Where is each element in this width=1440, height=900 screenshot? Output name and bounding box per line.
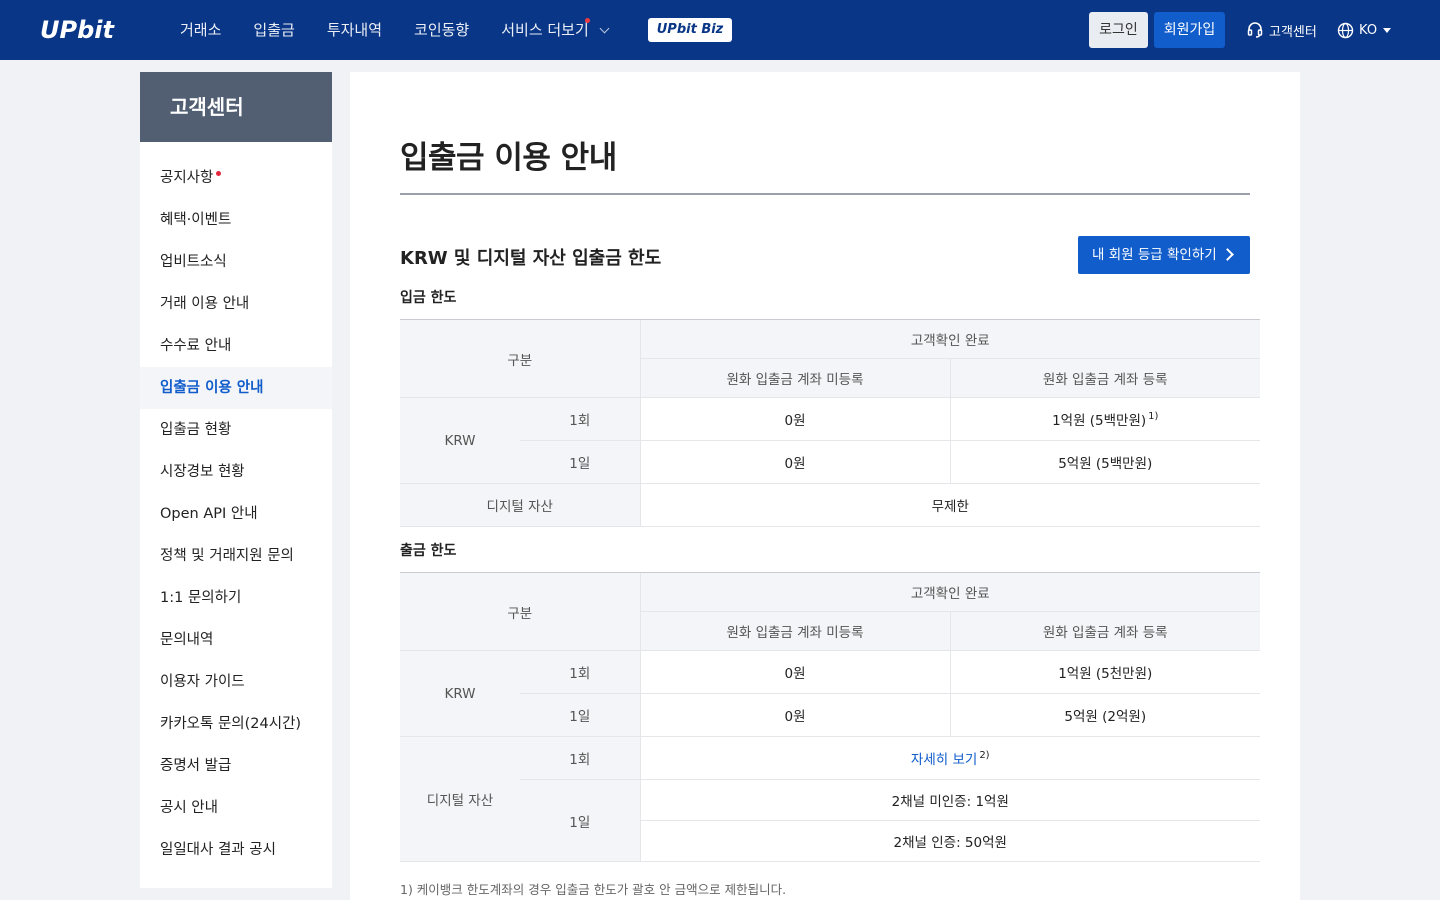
sidebar-item-one-on-one[interactable]: 1:1 문의하기 xyxy=(140,577,332,619)
header-account-registered: 원화 입출금 계좌 등록 xyxy=(949,358,1260,398)
header-category: 구분 xyxy=(400,572,640,651)
upbit-logo[interactable]: UPbit xyxy=(40,16,114,44)
nav-exchange[interactable]: 거래소 xyxy=(180,0,221,60)
upbit-biz-button[interactable]: UPbit Biz xyxy=(648,18,732,42)
main-nav: 거래소 입출금 투자내역 코인동향 서비스 더보기 xyxy=(180,0,640,60)
new-badge-dot xyxy=(584,18,590,23)
section-title: KRW 및 디지털 자산 입출금 한도 xyxy=(400,248,662,269)
sidebar-item-open-api[interactable]: Open API 안내 xyxy=(140,493,332,535)
header-account-unregistered: 원화 입출금 계좌 미등록 xyxy=(639,611,950,651)
withdraw-limit-title: 출금 한도 xyxy=(400,543,457,559)
footnote-marker: 1) xyxy=(1148,411,1159,422)
cell-value: 0원 xyxy=(639,440,950,484)
cell-value: 0원 xyxy=(639,397,950,441)
footnote-marker: 2) xyxy=(979,750,990,761)
cell-value: 자세히 보기 2) xyxy=(639,736,1260,780)
new-badge-dot xyxy=(216,171,222,176)
globe-icon xyxy=(1337,22,1354,38)
sidebar-item-market-alerts[interactable]: 시장경보 현황 xyxy=(140,451,332,493)
row-daily: 1일 xyxy=(520,693,640,737)
cell-value: 1억원 (5백만원) 1) xyxy=(949,397,1260,441)
support-link[interactable]: 고객센터 xyxy=(1246,18,1317,42)
nav-deposit-withdraw[interactable]: 입출금 xyxy=(253,0,294,60)
deposit-limit-title: 입금 한도 xyxy=(400,290,457,306)
language-selector[interactable]: KO xyxy=(1337,18,1392,42)
grade-button-label: 내 회원 등급 확인하기 xyxy=(1092,247,1217,263)
row-daily: 1일 xyxy=(520,779,640,862)
headset-icon xyxy=(1247,22,1263,38)
caret-down-icon xyxy=(1383,27,1392,33)
sidebar-item-deposit-status[interactable]: 입출금 현황 xyxy=(140,409,332,451)
deposit-limit-table: 구분 고객확인 완료 원화 입출금 계좌 미등록 원화 입출금 계좌 등록 KR… xyxy=(400,319,1260,527)
row-once: 1회 xyxy=(520,397,640,441)
chevron-down-icon xyxy=(599,23,610,33)
sidebar-title: 고객센터 xyxy=(140,72,332,142)
sidebar-item-label: 공지사항 xyxy=(160,170,214,186)
sidebar-item-events[interactable]: 혜택·이벤트 xyxy=(140,199,332,241)
chevron-right-icon xyxy=(1221,248,1234,261)
row-krw: KRW xyxy=(400,397,520,484)
cell-value-text: 1억원 (5백만원) xyxy=(1052,413,1147,429)
support-label: 고객센터 xyxy=(1269,24,1317,40)
row-daily: 1일 xyxy=(520,440,640,484)
top-navigation-bar: UPbit 거래소 입출금 투자내역 코인동향 서비스 더보기 UPbit Bi… xyxy=(0,0,1440,60)
sidebar-item-kakao-inquiry[interactable]: 카카오톡 문의(24시간) xyxy=(140,703,332,745)
signup-button[interactable]: 회원가입 xyxy=(1154,12,1225,48)
sidebar-item-daily-reconciliation[interactable]: 일일대사 결과 공시 xyxy=(140,829,332,871)
row-krw: KRW xyxy=(400,650,520,737)
sidebar-item-notices[interactable]: 공지사항 xyxy=(140,157,332,199)
cell-value: 2채널 미인증: 1억원 xyxy=(639,779,1260,821)
header-verified: 고객확인 완료 xyxy=(639,572,1260,612)
sidebar-item-trading-guide[interactable]: 거래 이용 안내 xyxy=(140,283,332,325)
nav-coin-trends[interactable]: 코인동향 xyxy=(414,0,469,60)
sidebar-item-deposit-guide[interactable]: 입출금 이용 안내 xyxy=(140,367,332,409)
cell-value: 0원 xyxy=(639,650,950,694)
sidebar-item-news[interactable]: 업비트소식 xyxy=(140,241,332,283)
sidebar-item-user-guide[interactable]: 이용자 가이드 xyxy=(140,661,332,703)
row-digital-asset: 디지털 자산 xyxy=(400,736,520,862)
sidebar-menu: 공지사항 혜택·이벤트 업비트소식 거래 이용 안내 수수료 안내 입출금 이용… xyxy=(140,142,332,888)
nav-more-services[interactable]: 서비스 더보기 xyxy=(501,0,610,60)
footnote: 1) 케이뱅크 한도계좌의 경우 입출금 한도가 괄호 안 금액으로 제한됩니다… xyxy=(400,882,787,897)
sidebar-item-inquiry-history[interactable]: 문의내역 xyxy=(140,619,332,661)
sidebar-item-certificates[interactable]: 증명서 발급 xyxy=(140,745,332,787)
withdraw-limit-table: 구분 고객확인 완료 원화 입출금 계좌 미등록 원화 입출금 계좌 등록 KR… xyxy=(400,572,1260,862)
cell-value: 5억원 (5백만원) xyxy=(949,440,1260,484)
check-member-grade-button[interactable]: 내 회원 등급 확인하기 xyxy=(1078,236,1250,274)
header-verified: 고객확인 완료 xyxy=(639,319,1260,359)
sidebar-item-fees[interactable]: 수수료 안내 xyxy=(140,325,332,367)
sidebar-item-disclosures[interactable]: 공시 안내 xyxy=(140,787,332,829)
cell-value: 0원 xyxy=(639,693,950,737)
header-category: 구분 xyxy=(400,319,640,398)
main-content: 입출금 이용 안내 KRW 및 디지털 자산 입출금 한도 내 회원 등급 확인… xyxy=(350,72,1300,900)
sidebar-item-policy-inquiry[interactable]: 정책 및 거래지원 문의 xyxy=(140,535,332,577)
page-title: 입출금 이용 안내 xyxy=(400,140,617,176)
row-once: 1회 xyxy=(520,736,640,780)
title-divider xyxy=(400,193,1250,195)
header-account-registered: 원화 입출금 계좌 등록 xyxy=(949,611,1260,651)
cell-value: 5억원 (2억원) xyxy=(949,693,1260,737)
nav-investments[interactable]: 투자내역 xyxy=(327,0,382,60)
nav-more-label: 서비스 더보기 xyxy=(501,21,589,39)
language-label: KO xyxy=(1359,22,1378,38)
view-details-link[interactable]: 자세히 보기 xyxy=(911,752,977,768)
cell-value: 1억원 (5천만원) xyxy=(949,650,1260,694)
row-digital-asset: 디지털 자산 xyxy=(400,483,640,527)
cell-value: 무제한 xyxy=(639,483,1260,527)
row-once: 1회 xyxy=(520,650,640,694)
header-account-unregistered: 원화 입출금 계좌 미등록 xyxy=(639,358,950,398)
login-button[interactable]: 로그인 xyxy=(1089,12,1148,48)
cell-value: 2채널 인증: 50억원 xyxy=(639,820,1260,862)
